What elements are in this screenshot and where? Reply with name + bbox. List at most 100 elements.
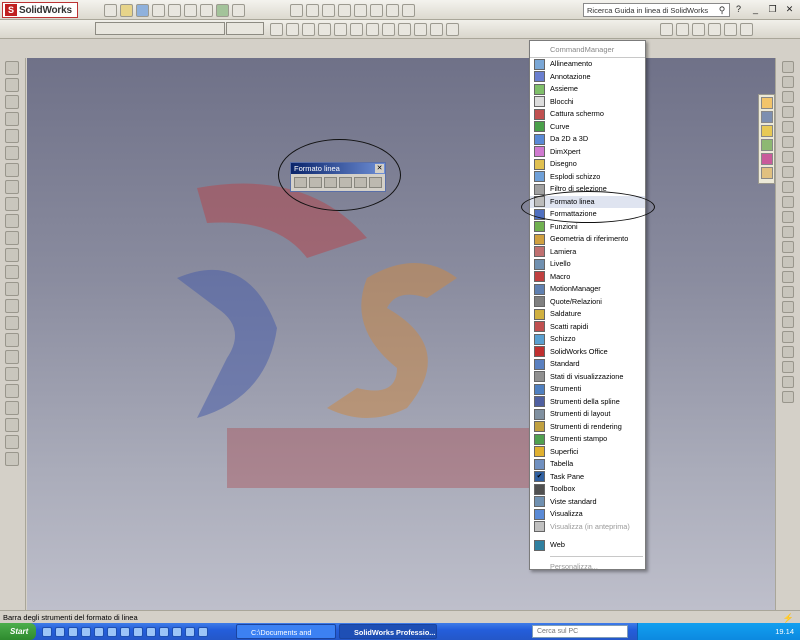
save-icon[interactable]	[136, 3, 149, 17]
menu-item[interactable]: Quote/Relazioni	[530, 296, 645, 309]
select-icon[interactable]	[200, 3, 213, 17]
quick-launch-icon[interactable]	[68, 626, 78, 637]
toolbar-icon[interactable]	[782, 211, 794, 223]
toolbar-icon[interactable]	[5, 452, 19, 466]
menu-item[interactable]: Scatti rapidi	[530, 321, 645, 334]
toolbar-icon[interactable]	[782, 151, 794, 163]
menu-item[interactable]: Visualizza	[530, 508, 645, 521]
menu-item[interactable]: Superfici	[530, 446, 645, 459]
menu-item[interactable]: Strumenti di layout	[530, 408, 645, 421]
toolbar-icon[interactable]	[782, 226, 794, 238]
toolbar-icon[interactable]	[782, 271, 794, 283]
menu-item[interactable]: Viste standard	[530, 496, 645, 509]
toolbar-icon[interactable]	[5, 180, 19, 194]
quick-launch-icon[interactable]	[94, 626, 104, 637]
quick-launch-icon[interactable]	[55, 626, 65, 637]
app-logo[interactable]: S SolidWorks	[2, 2, 78, 18]
menu-item[interactable]: Da 2D a 3D	[530, 133, 645, 146]
align-left-icon[interactable]	[334, 22, 347, 36]
menu-item[interactable]: MotionManager	[530, 283, 645, 296]
new-icon[interactable]	[104, 3, 117, 17]
toolbar-icon[interactable]	[782, 91, 794, 103]
menu-item[interactable]: Cattura schermo	[530, 108, 645, 121]
menu-item[interactable]: Disegno	[530, 158, 645, 171]
toolbar-icon[interactable]	[5, 435, 19, 449]
taskbar-button-explorer[interactable]: C:\Documents and Settin...	[236, 624, 336, 639]
indent-icon[interactable]	[430, 22, 443, 36]
line-style-icon[interactable]	[324, 177, 337, 188]
toolbar-icon[interactable]	[782, 391, 794, 403]
toolbar-icon[interactable]	[5, 146, 19, 160]
menu-item-customize[interactable]: Personalizza...	[530, 560, 645, 573]
hide-show-icon[interactable]	[386, 3, 399, 17]
menu-item[interactable]: Standard	[530, 358, 645, 371]
dimension-icon[interactable]	[724, 22, 737, 36]
toolbar-icon[interactable]	[5, 265, 19, 279]
toolbar-icon[interactable]	[782, 331, 794, 343]
toolbar-icon[interactable]	[5, 163, 19, 177]
redo-icon[interactable]	[184, 3, 197, 17]
quick-launch-icon[interactable]	[81, 626, 91, 637]
toolbar-icon[interactable]	[782, 181, 794, 193]
hide-show-edges-icon[interactable]	[339, 177, 352, 188]
graphics-area[interactable]	[27, 58, 775, 610]
italic-icon[interactable]	[286, 22, 299, 36]
menu-item[interactable]: Tabella	[530, 458, 645, 471]
quick-launch-icon[interactable]	[120, 626, 130, 637]
menu-item[interactable]: DimXpert	[530, 146, 645, 159]
rebuild-icon[interactable]	[216, 3, 229, 17]
menu-item[interactable]: Schizzo	[530, 333, 645, 346]
taskbar-button-solidworks[interactable]: SolidWorks Professio...	[339, 624, 437, 639]
taskbar-search-input[interactable]: Cerca sul PC	[532, 625, 628, 638]
line-color-icon[interactable]	[294, 177, 307, 188]
align-right-icon[interactable]	[366, 22, 379, 36]
menu-item[interactable]: Curve	[530, 121, 645, 134]
toolbar-icon[interactable]	[782, 316, 794, 328]
toolbar-icon[interactable]	[782, 196, 794, 208]
bullets-icon[interactable]	[398, 22, 411, 36]
underline-icon[interactable]	[302, 22, 315, 36]
menu-item[interactable]: Strumenti stampo	[530, 433, 645, 446]
appearance-icon[interactable]	[402, 3, 415, 17]
quick-launch-icon[interactable]	[198, 626, 208, 637]
font-select[interactable]	[95, 22, 225, 35]
toolbar-icon[interactable]	[782, 301, 794, 313]
line-thickness-icon[interactable]	[309, 177, 322, 188]
menu-item[interactable]: Toolbox	[530, 483, 645, 496]
menu-item[interactable]: Livello	[530, 258, 645, 271]
font-size-select[interactable]	[226, 22, 264, 35]
help-icon[interactable]: ?	[731, 3, 746, 16]
previous-view-icon[interactable]	[322, 3, 335, 17]
toolbar-icon[interactable]	[782, 256, 794, 268]
outdent-icon[interactable]	[446, 22, 459, 36]
menu-item[interactable]: Esplodi schizzo	[530, 171, 645, 184]
menu-item[interactable]: Stati di visualizzazione	[530, 371, 645, 384]
toolbar-icon[interactable]	[5, 129, 19, 143]
quick-launch-icon[interactable]	[185, 626, 195, 637]
toolbar-icon[interactable]	[5, 112, 19, 126]
undo-icon[interactable]	[168, 3, 181, 17]
help-search-input[interactable]: Ricerca Guida in linea di SolidWorks ⚲	[583, 3, 730, 17]
zoom-area-icon[interactable]	[306, 3, 319, 17]
toolbar-icon[interactable]	[782, 376, 794, 388]
toolbar-icon[interactable]	[782, 106, 794, 118]
home-icon[interactable]	[761, 97, 773, 109]
menu-item[interactable]: Allineamento	[530, 58, 645, 71]
point-icon[interactable]	[660, 22, 673, 36]
layer-icon[interactable]	[369, 177, 382, 188]
color-display-mode-icon[interactable]	[354, 177, 367, 188]
align-center-icon[interactable]	[350, 22, 363, 36]
section-view-icon[interactable]	[338, 3, 351, 17]
toolbar-icon[interactable]	[782, 166, 794, 178]
quick-launch-icon[interactable]	[172, 626, 182, 637]
custom-properties-icon[interactable]	[761, 167, 773, 179]
justify-icon[interactable]	[382, 22, 395, 36]
toolbar-icon[interactable]	[782, 121, 794, 133]
quick-launch-icon[interactable]	[159, 626, 169, 637]
menu-item[interactable]: Web	[530, 539, 645, 552]
toolbar-icon[interactable]	[5, 384, 19, 398]
close-icon[interactable]: ✕	[782, 3, 797, 16]
menu-item[interactable]: Visualizza (in anteprima)	[530, 521, 645, 534]
quick-launch-icon[interactable]	[42, 626, 52, 637]
toolbar-icon[interactable]	[5, 95, 19, 109]
